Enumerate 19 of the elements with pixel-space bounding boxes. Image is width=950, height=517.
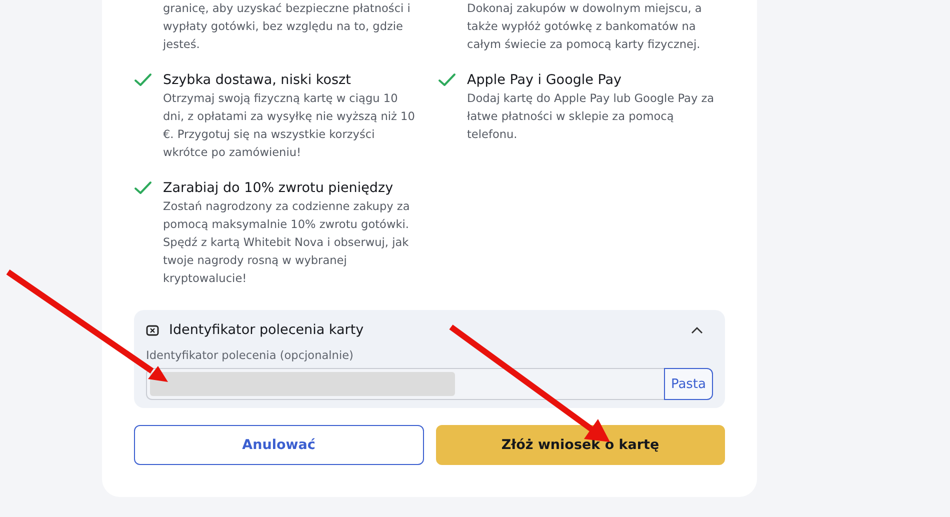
- feature-title: Zarabiaj do 10% zwrotu pieniędzy: [163, 179, 394, 198]
- feature-description: Dodaj kartę do Apple Pay lub Google Pay za łatwe płatności w sklepie za pomocą telefonu.: [467, 91, 716, 143]
- feature-description: Zostań nagrodzony za codzienne zakupy za pomocą maksymalnie 10% zwrotu gotówki. Spędź z kartą Whitebit Nova i obserwuj, jak twoje nagrody rosną w wybranej kryptowalucie!: [163, 199, 411, 287]
- feature-description: granicę, aby uzyskać bezpieczne płatności i wypłaty gotówki, bez względu na to, gdzie jesteś.: [163, 1, 412, 53]
- checkmark-icon: [134, 181, 152, 195]
- field-label: Identyfikator polecenia (opcjonalnie): [146, 349, 354, 362]
- feature-description: Otrzymaj swoją fizyczną kartę w ciągu 10 dni, z opłatami za wysyłkę nie wyższą niż 10 €. Przygotuj się na wszystkie korzyści wkrótce po zamówieniu!: [163, 91, 415, 161]
- submit-button[interactable]: Złóż wniosek o kartę: [436, 425, 725, 465]
- input-field[interactable]: [146, 368, 664, 400]
- cancel-button[interactable]: Anulować: [134, 425, 424, 465]
- panel-title: Identyfikator polecenia karty: [169, 322, 365, 338]
- feature-description: Dokonaj zakupów w dowolnym miejscu, a także wypłóż gotówkę z bankomatów na całym świecie za pomocą karty fizycznej.: [467, 1, 703, 53]
- ticket-icon: [146, 324, 159, 336]
- checkmark-icon: [438, 73, 456, 87]
- feature-title: Szybka dostawa, niski koszt: [163, 71, 352, 90]
- checkmark-icon: [134, 73, 152, 87]
- paste-button[interactable]: Pasta: [664, 368, 713, 400]
- chevron-icon[interactable]: [691, 326, 703, 334]
- feature-title: Apple Pay i Google Pay: [467, 71, 623, 90]
